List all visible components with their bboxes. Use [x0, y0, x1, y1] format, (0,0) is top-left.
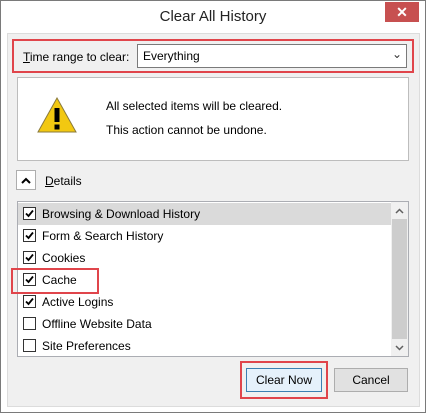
time-range-label: Time range to clear: [23, 50, 129, 64]
list-item[interactable]: Offline Website Data [18, 313, 392, 335]
time-range-label-text: ime range to clear: [29, 50, 130, 64]
item-checkbox[interactable] [23, 317, 36, 330]
cache-highlight [11, 268, 99, 294]
warning-box: All selected items will be cleared. This… [17, 77, 409, 161]
list-item[interactable]: Site Preferences [18, 335, 392, 356]
scroll-down-button[interactable] [391, 339, 408, 356]
details-label-accel: D [45, 174, 54, 188]
close-icon: ✕ [396, 3, 408, 20]
warning-icon [37, 97, 77, 133]
dialog-title: Clear All History [159, 8, 267, 25]
time-range-value: Everything [143, 49, 200, 63]
list-item[interactable]: Form & Search History [18, 225, 392, 247]
details-label: Details [45, 174, 82, 188]
details-label-text: etails [53, 174, 82, 188]
title-bar: Clear All History ✕ [1, 1, 425, 33]
chevron-down-icon: ⌄ [391, 47, 402, 61]
dialog-client-area: Time range to clear: Everything ⌄ All se… [7, 33, 420, 407]
chevron-up-icon [21, 177, 31, 184]
item-label: Cookies [42, 251, 86, 265]
item-label: Browsing & Download History [42, 207, 201, 221]
scroll-down-icon [395, 344, 404, 351]
scroll-up-button[interactable] [391, 202, 408, 219]
scrollbar-thumb[interactable] [392, 219, 407, 339]
warning-message-2: This action cannot be undone. [106, 123, 267, 137]
close-button[interactable]: ✕ [385, 2, 419, 22]
item-checkbox[interactable] [23, 207, 36, 220]
checkmark-icon [25, 209, 34, 218]
list-scrollbar[interactable] [391, 202, 408, 356]
time-range-select[interactable]: Everything ⌄ [137, 44, 407, 68]
list-item[interactable]: Active Logins [18, 291, 392, 313]
item-label: Active Logins [42, 295, 114, 309]
item-label: Offline Website Data [42, 317, 152, 331]
item-checkbox[interactable] [23, 339, 36, 352]
scroll-up-icon [395, 207, 404, 214]
time-range-label-accel: T [23, 50, 30, 64]
clear-history-dialog: Clear All History ✕ Time range to clear:… [0, 0, 426, 413]
item-checkbox[interactable] [23, 295, 36, 308]
list-item[interactable]: Browsing & Download History [18, 203, 392, 225]
list-item[interactable]: Cookies [18, 247, 392, 269]
clear-now-button[interactable]: Clear Now [246, 368, 322, 392]
time-range-highlight: Time range to clear: Everything ⌄ [12, 39, 414, 73]
checkmark-icon [25, 253, 34, 262]
checkmark-icon [25, 231, 34, 240]
cancel-button[interactable]: Cancel [334, 368, 408, 392]
checkmark-icon [25, 297, 34, 306]
item-checkbox[interactable] [23, 251, 36, 264]
item-label: Site Preferences [42, 339, 131, 353]
item-checkbox[interactable] [23, 229, 36, 242]
details-toggle-button[interactable] [16, 170, 36, 190]
warning-message-1: All selected items will be cleared. [106, 99, 283, 113]
item-label: Form & Search History [42, 229, 164, 243]
